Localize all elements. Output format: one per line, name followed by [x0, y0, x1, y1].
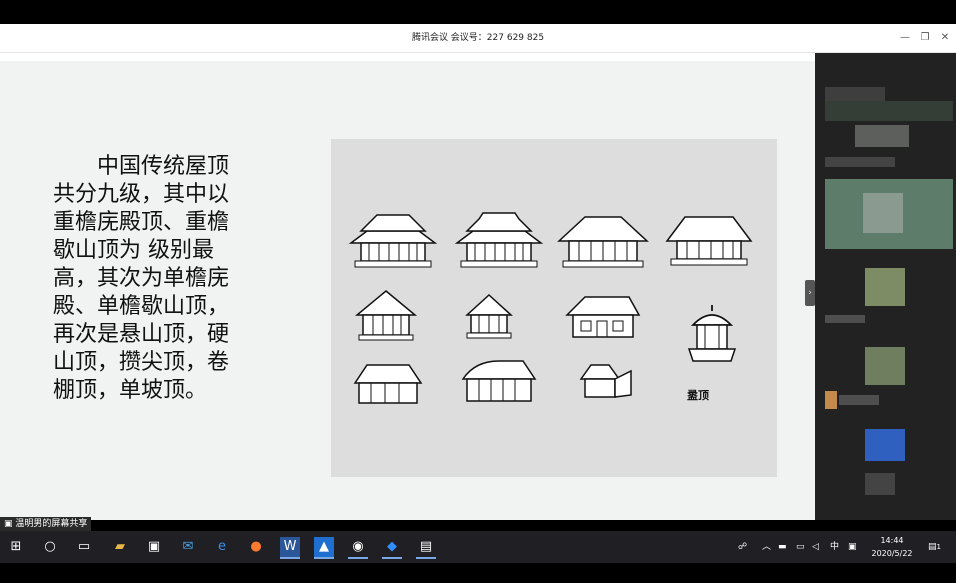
clock-date: 2020/5/22	[871, 549, 913, 558]
roof-drawing	[665, 216, 753, 266]
roof-drawing	[687, 305, 737, 362]
network-icon[interactable]: ▬	[778, 531, 787, 563]
store-icon[interactable]: ▣	[144, 537, 164, 557]
chat-app-icon[interactable]: ◉	[348, 537, 368, 559]
share-label: 温明男的屏幕共享	[15, 519, 88, 529]
slide-text-line: 歇山顶为 级别最	[53, 238, 214, 263]
slide-text-line: 山顶，攒尖顶，卷	[53, 350, 230, 375]
presentation-slide: 中国传统屋顶 共分九级，其中以 重檐庑殿顶、重檐 歇山顶为 级别最 高，其次为单…	[0, 61, 815, 520]
slide-text-line: 殿、单檐歇山顶，	[53, 294, 230, 319]
meeting-titlebar: 腾讯会议 会议号：227 629 825 — ❐ ✕	[0, 24, 956, 53]
windows-taskbar: ⊞ ○ ▭ ▰ ▣ ✉ e ● W ▲ ◉ ◆ ▤ ☍ ︿ ▬ ▭ ◁ 中 ▣ …	[0, 531, 956, 563]
slide-text-line: 棚顶，单坡顶。	[53, 378, 208, 403]
photo-app-icon[interactable]: ▤	[416, 537, 436, 559]
start-icon[interactable]: ⊞	[6, 537, 26, 557]
slide-text-line: 再次是悬山顶，硬	[53, 322, 230, 347]
slide-text-line: 中国传统屋顶	[53, 154, 230, 179]
meeting-title: 腾讯会议 会议号：227 629 825	[411, 33, 545, 43]
notification-count: 1	[936, 543, 941, 551]
figure-caption: 盝顶	[687, 389, 709, 402]
screen-share-indicator: ▣ 温明男的屏幕共享	[0, 517, 92, 531]
minimize-icon[interactable]: —	[897, 30, 913, 46]
roof-drawing	[557, 216, 649, 268]
roof-drawing	[579, 364, 632, 398]
roof-drawing	[461, 360, 537, 402]
participant-sidebar[interactable]	[815, 53, 956, 520]
roof-drawing	[565, 296, 641, 338]
clock-time: 14:44	[880, 536, 904, 545]
edge-icon[interactable]: e	[212, 537, 232, 557]
roof-drawing	[354, 290, 418, 341]
roof-types-figure: 盝顶	[331, 139, 777, 477]
input-method[interactable]: 中	[830, 531, 839, 563]
search-icon[interactable]: ○	[40, 537, 60, 557]
roof-drawing	[348, 214, 438, 268]
word-icon[interactable]: W	[280, 537, 300, 559]
notification-icon[interactable]: ▤1	[928, 531, 941, 563]
close-icon[interactable]: ✕	[937, 30, 953, 46]
battery-icon[interactable]: ▭	[796, 531, 805, 563]
browser-app-icon[interactable]: ◆	[382, 537, 402, 559]
task-view-icon[interactable]: ▭	[74, 537, 94, 557]
volume-icon[interactable]: ◁	[812, 531, 819, 563]
roof-drawing	[454, 212, 544, 268]
bottom-black-bar	[0, 563, 956, 583]
meeting-app-icon[interactable]: ▲	[314, 537, 334, 559]
firefox-icon[interactable]: ●	[246, 537, 266, 557]
app-tray-icon[interactable]: ▣	[848, 531, 857, 563]
roof-drawing	[465, 293, 513, 339]
roof-drawing	[353, 364, 423, 404]
slide-body-text: 中国传统屋顶 共分九级，其中以 重檐庑殿顶、重檐 歇山顶为 级别最 高，其次为单…	[53, 153, 253, 405]
slide-text-line: 共分九级，其中以	[53, 182, 230, 207]
slide-text-line: 高，其次为单檐庑	[53, 266, 230, 291]
tray-overflow-icon[interactable]: ︿	[762, 531, 771, 563]
sidebar-collapse-handle[interactable]: ›	[805, 280, 815, 306]
people-icon[interactable]: ☍	[738, 531, 747, 563]
mail-icon[interactable]: ✉	[178, 537, 198, 557]
shared-screen: 中国传统屋顶 共分九级，其中以 重檐庑殿顶、重檐 歇山顶为 级别最 高，其次为单…	[0, 53, 815, 520]
slide-text-line: 重檐庑殿顶、重檐	[53, 210, 230, 235]
restore-icon[interactable]: ❐	[917, 30, 933, 46]
file-explorer-icon[interactable]: ▰	[110, 537, 130, 557]
share-icon: ▣	[4, 519, 16, 529]
system-clock[interactable]: 14:44 2020/5/22	[868, 534, 916, 560]
